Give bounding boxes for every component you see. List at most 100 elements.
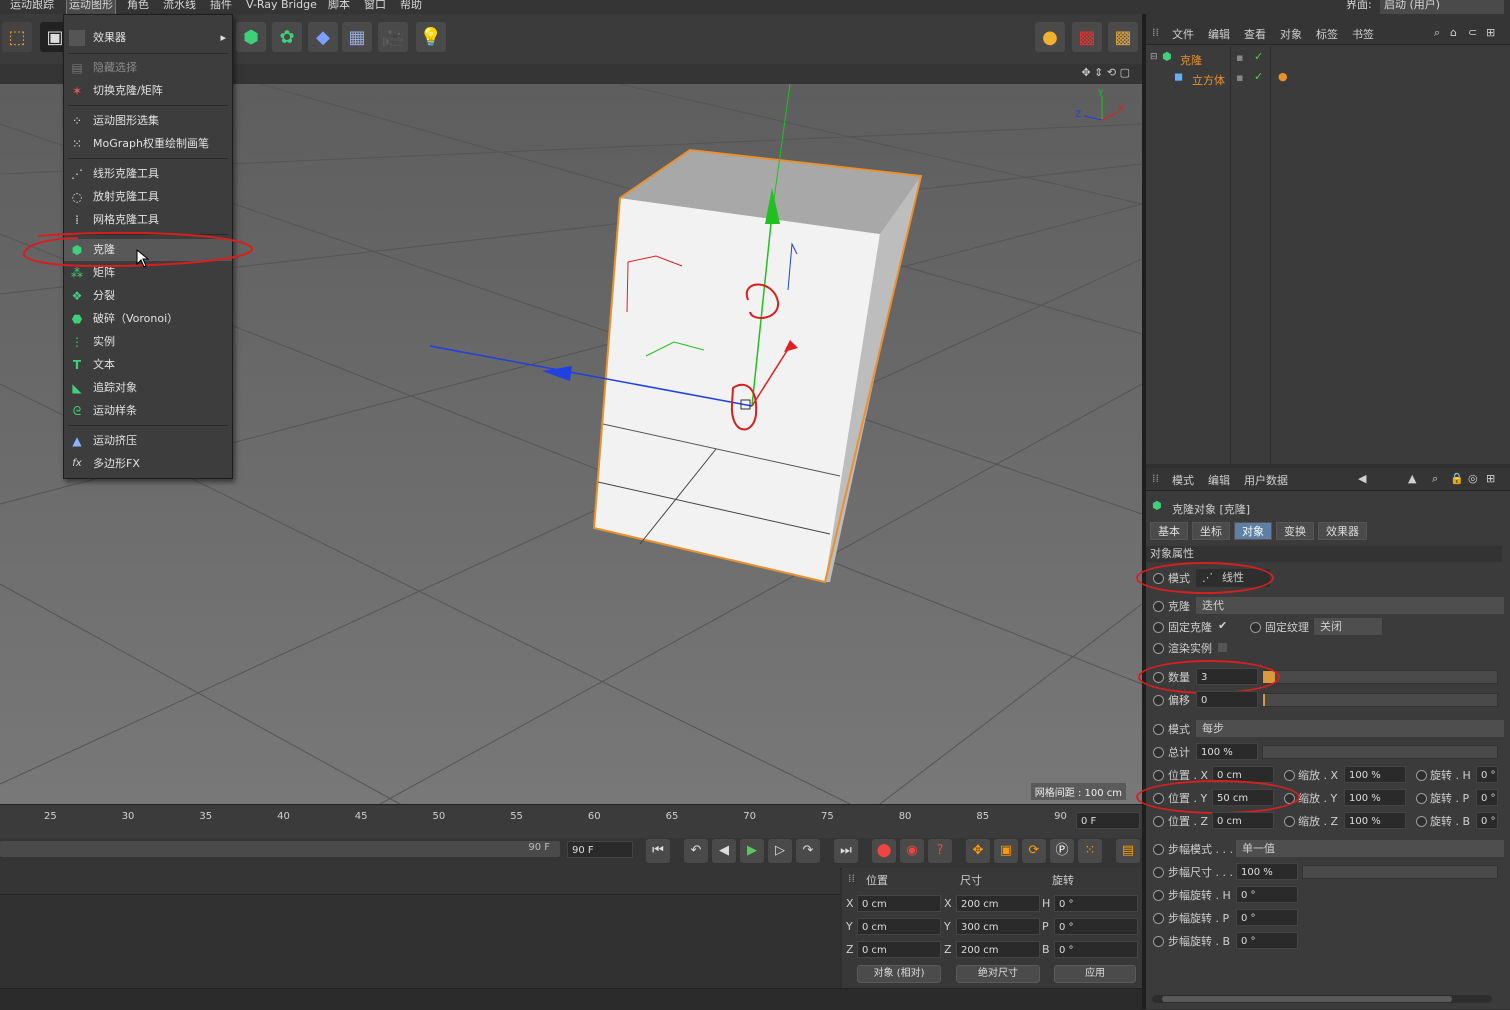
rot-h-radio[interactable] (1416, 770, 1427, 781)
position-x-field[interactable]: 0 cm (857, 895, 941, 912)
rot-h-field[interactable]: 0 ° (1476, 766, 1498, 783)
menu-item-text[interactable]: T 文本 (64, 354, 232, 376)
menu-vray-bridge[interactable]: V-Ray Bridge (246, 0, 317, 14)
total-radio[interactable] (1153, 747, 1164, 758)
end-frame-field[interactable]: 90 F (567, 841, 633, 858)
tab-transform[interactable]: 变换 (1276, 522, 1314, 540)
step-mode-radio[interactable] (1153, 724, 1164, 735)
offset-radio[interactable] (1153, 695, 1164, 706)
menu-character[interactable]: 角色 (127, 0, 149, 14)
tab-basic[interactable]: 基本 (1150, 522, 1188, 540)
menu-item-tracer[interactable]: ◣ 追踪对象 (64, 377, 232, 399)
menu-item-polyfx[interactable]: fx 多边形FX (64, 453, 232, 475)
world-axis-icon[interactable]: ● (1035, 22, 1065, 52)
size-x-field[interactable]: 200 cm (956, 895, 1040, 912)
collapse-icon[interactable]: ⊟ (1150, 52, 1158, 62)
step-mode2-radio[interactable] (1153, 844, 1164, 855)
menu-pipeline[interactable]: 流水线 (163, 0, 196, 14)
next-key-icon[interactable]: ↷ (796, 839, 820, 863)
autokey-icon[interactable]: ◉ (900, 839, 924, 863)
om-menu-edit[interactable]: 编辑 (1208, 26, 1230, 42)
enabled-check-icon[interactable]: ✓ (1254, 70, 1263, 83)
viewport-nav-icons[interactable]: ✥ ⇕ ⟲ ▢ (1081, 66, 1130, 79)
fix-clone-radio[interactable] (1153, 622, 1164, 633)
fix-texture-radio[interactable] (1250, 622, 1261, 633)
menu-help[interactable]: 帮助 (400, 0, 422, 14)
step-rot-b-radio[interactable] (1153, 936, 1164, 947)
pos-x-radio[interactable] (1153, 770, 1164, 781)
om-home-icon[interactable]: ⌂ (1450, 26, 1457, 39)
offset-slider[interactable] (1262, 693, 1498, 707)
lock-icon[interactable]: 🔒 (1450, 472, 1464, 485)
scale-z-radio[interactable] (1284, 816, 1295, 827)
position-z-field[interactable]: 0 cm (857, 941, 941, 958)
fix-texture-select[interactable]: 关闭 (1314, 618, 1382, 635)
frame-range-slider[interactable]: 90 F (0, 841, 560, 857)
menu-plugins[interactable]: 插件 (210, 0, 232, 14)
goto-end-icon[interactable]: ⏭ (834, 839, 858, 863)
object-row-cube[interactable]: ◼ 立方体 ▪ ✓ ● (1150, 70, 1490, 88)
scale-y-field[interactable]: 100 % (1344, 789, 1406, 806)
rot-b-radio[interactable] (1416, 816, 1427, 827)
render-instances-radio[interactable] (1153, 643, 1164, 654)
scale-key-icon[interactable]: ▣ (994, 839, 1018, 863)
enabled-check-icon[interactable]: ✓ (1254, 50, 1263, 63)
timeline-window-icon[interactable]: ▤ (1116, 839, 1140, 863)
timeline-ruler[interactable]: 25 30 35 40 45 50 55 60 65 70 75 80 85 90 (0, 804, 1142, 839)
menu-mograph-tracking[interactable]: 运动跟踪 (10, 0, 54, 14)
scale-x-field[interactable]: 100 % (1344, 766, 1406, 783)
size-z-field[interactable]: 200 cm (956, 941, 1040, 958)
visibility-dots-icon[interactable]: ▪ (1236, 71, 1243, 84)
prev-key-icon[interactable]: ↶ (684, 839, 708, 863)
menu-item-voronoi[interactable]: ⬣ 破碎（Voronoi） (64, 308, 232, 330)
am-new-window-icon[interactable]: ⊞ (1486, 472, 1495, 485)
offset-field[interactable]: 0 (1196, 691, 1258, 708)
rot-p-radio[interactable] (1416, 793, 1427, 804)
deformer-icon[interactable]: ◆ (308, 22, 338, 52)
pos-z-field[interactable]: 0 cm (1212, 812, 1274, 829)
cube-primitive-icon[interactable]: ⬢ (236, 22, 266, 52)
object-row-cloner[interactable]: ⊟ ⬢ 克隆 ▪ ✓ (1150, 50, 1490, 68)
tab-coord[interactable]: 坐标 (1192, 522, 1230, 540)
clone-select[interactable]: 迭代 (1196, 597, 1504, 614)
om-menu-bookmarks[interactable]: 书签 (1352, 26, 1374, 42)
mode2-select[interactable]: 每步 (1196, 720, 1504, 737)
om-menu-view[interactable]: 查看 (1244, 26, 1266, 42)
floor-icon[interactable]: ▦ (342, 22, 372, 52)
target-icon[interactable]: ◎ (1468, 472, 1478, 485)
om-menu-file[interactable]: 文件 (1172, 26, 1194, 42)
step-mode-select[interactable]: 单一值 (1236, 840, 1504, 857)
subdivision-icon[interactable]: ✿ (272, 22, 302, 52)
step-rot-h-field[interactable]: 0 ° (1236, 886, 1298, 903)
light-icon[interactable]: 💡 (416, 22, 446, 52)
menu-item-linear-clone[interactable]: ⋰ 线形克隆工具 (64, 163, 232, 185)
menu-item-toggle-clone[interactable]: ✶ 切换克隆/矩阵 (64, 80, 232, 102)
menu-item-extrude[interactable]: ▲ 运动挤压 (64, 430, 232, 452)
move-key-icon[interactable]: ✥ (966, 839, 990, 863)
rotation-b-field[interactable]: 0 ° (1054, 941, 1138, 958)
step-size-radio[interactable] (1153, 867, 1164, 878)
am-search-icon[interactable]: ⌕ (1432, 472, 1438, 486)
om-new-window-icon[interactable]: ⊞ (1486, 26, 1495, 39)
step-rot-h-radio[interactable] (1153, 890, 1164, 901)
visibility-dots-icon[interactable]: ▪ (1236, 51, 1243, 64)
rotate-key-icon[interactable]: ⟳ (1022, 839, 1046, 863)
step-rot-p-field[interactable]: 0 ° (1236, 909, 1298, 926)
menu-mograph[interactable]: 运动图形 (66, 0, 116, 14)
step-size-field[interactable]: 100 % (1236, 863, 1298, 880)
menu-item-radial-clone[interactable]: ◌ 放射克隆工具 (64, 186, 232, 208)
pla-key-icon[interactable]: ⁙ (1078, 839, 1102, 863)
menu-item-mospline[interactable]: ᘓ 运动样条 (64, 400, 232, 422)
fix-clone-checkbox[interactable]: ✔ (1218, 619, 1227, 632)
coordinate-system-icon[interactable]: ⬚ (2, 22, 32, 52)
menu-item-effector[interactable]: 效果器 ▸ (64, 27, 232, 49)
param-key-icon[interactable]: Ⓟ (1050, 839, 1074, 863)
size-y-field[interactable]: 300 cm (956, 918, 1040, 935)
rot-p-field[interactable]: 0 ° (1476, 789, 1498, 806)
size-mode-select[interactable]: 绝对尺寸 (956, 965, 1040, 983)
menu-item-fracture[interactable]: ❖ 分裂 (64, 285, 232, 307)
rotation-p-field[interactable]: 0 ° (1054, 918, 1138, 935)
menu-item-weight-brush[interactable]: ⁙ MoGraph权重绘制画笔 (64, 133, 232, 155)
camera-icon[interactable]: 🎥 (378, 22, 408, 52)
menu-item-mograph-selection[interactable]: ⁘ 运动图形选集 (64, 110, 232, 132)
